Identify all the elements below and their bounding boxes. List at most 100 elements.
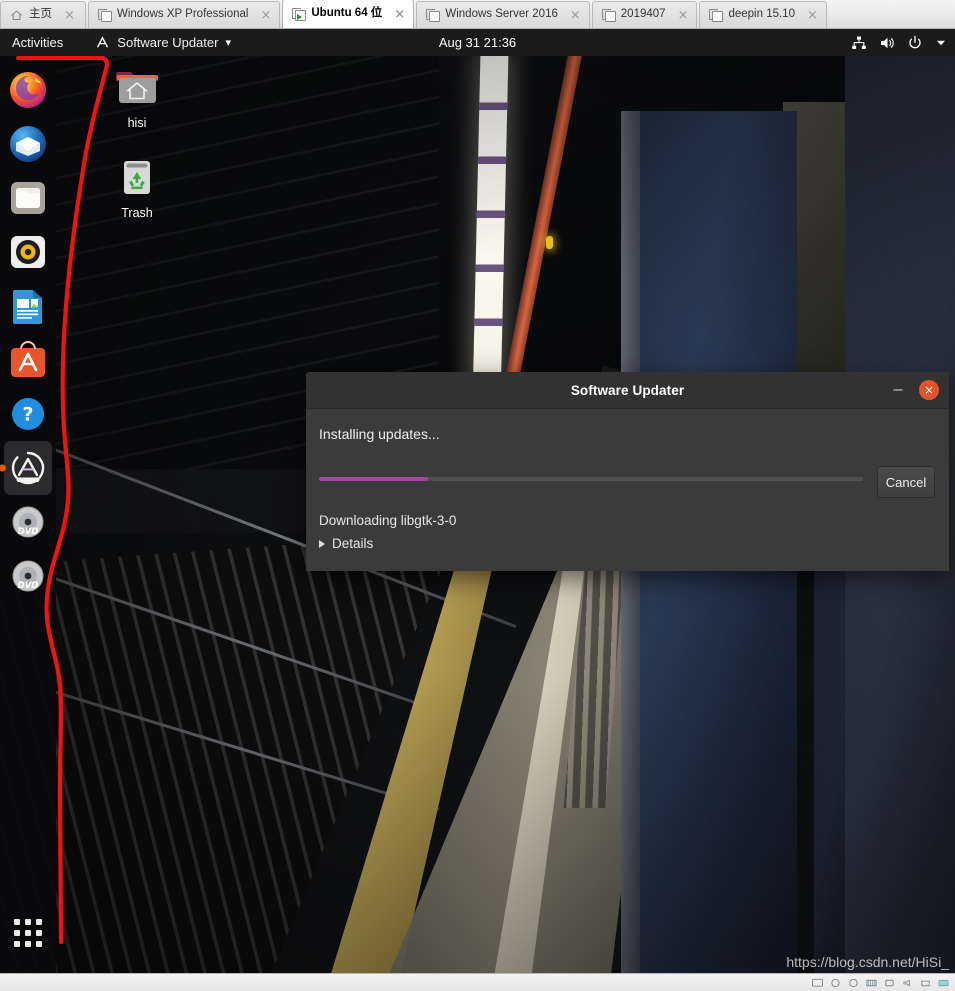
system-indicators[interactable] — [851, 35, 947, 51]
dock-item-firefox[interactable] — [4, 63, 52, 117]
software-updater-glyph — [97, 36, 109, 48]
tab-label: 2019407 — [620, 8, 666, 21]
vm-icon — [426, 8, 441, 22]
watermark: https://blog.csdn.net/HiSi_ — [786, 954, 949, 970]
tab-ubuntu-64[interactable]: Ubuntu 64 位 × — [282, 0, 415, 28]
tab-windows-xp-professional[interactable]: Windows XP Professional × — [88, 1, 281, 28]
home-folder-icon — [92, 62, 182, 112]
dvd-disc-icon: DVD — [12, 506, 44, 538]
hard-disk-icon[interactable] — [812, 978, 823, 988]
printer-icon[interactable] — [920, 978, 931, 988]
files-icon — [11, 182, 45, 214]
app-menu-button[interactable]: Software Updater ▾ — [95, 35, 231, 50]
dvd-disc-icon: DVD — [12, 560, 44, 592]
chevron-down-icon[interactable] — [935, 37, 947, 49]
network-icon[interactable] — [851, 35, 867, 51]
display-icon[interactable] — [938, 978, 949, 988]
tab-label: 主页 — [29, 8, 52, 21]
svg-text:DVD: DVD — [18, 527, 39, 537]
ubuntu-dock: ? DVD DVD — [0, 56, 56, 973]
dock-item-libreoffice-writer[interactable] — [4, 279, 52, 333]
libreoffice-writer-icon — [13, 290, 42, 324]
dock-item-files[interactable] — [4, 171, 52, 225]
tab-deepin-15-10[interactable]: deepin 15.10 × — [699, 1, 827, 28]
vm-tab-bar: 主页 × Windows XP Professional × Ubuntu 64… — [0, 0, 955, 29]
software-updater-icon — [11, 451, 45, 485]
dock-item-ubuntu-software[interactable] — [4, 333, 52, 387]
dock-item-dvd-2[interactable]: DVD — [4, 549, 52, 603]
dock-item-help[interactable]: ? — [4, 387, 52, 441]
close-icon[interactable]: × — [678, 9, 689, 22]
vm-running-icon — [292, 7, 307, 21]
software-updater-dialog: Software Updater – × Installing updates.… — [306, 372, 949, 571]
home-folder-glyph — [116, 72, 158, 103]
grid-icon — [14, 919, 42, 947]
usb-icon[interactable] — [884, 978, 895, 988]
help-icon: ? — [12, 398, 44, 430]
tab-label: Windows Server 2016 — [445, 8, 558, 21]
desktop-icon-trash[interactable]: Trash — [92, 152, 182, 220]
chevron-down-icon: ▾ — [225, 37, 231, 49]
cd-drive-icon[interactable] — [830, 978, 841, 988]
svg-text:DVD: DVD — [18, 581, 39, 591]
vm-icon — [709, 8, 724, 22]
cd-drive-icon-2[interactable] — [848, 978, 859, 988]
close-icon[interactable]: × — [64, 9, 75, 22]
minimize-button[interactable]: – — [889, 382, 907, 398]
window-controls: – × — [889, 372, 939, 408]
desktop-icon-label: Trash — [121, 206, 153, 220]
close-icon[interactable]: × — [570, 9, 581, 22]
ubuntu-software-icon — [11, 341, 45, 377]
network-adapter-icon[interactable] — [866, 978, 877, 988]
tab-2019407[interactable]: 2019407 × — [591, 1, 698, 28]
details-expander[interactable]: Details — [319, 536, 935, 551]
app-menu-label: Software Updater — [117, 35, 219, 50]
show-applications-button[interactable] — [4, 909, 52, 957]
dock-item-thunderbird[interactable] — [4, 117, 52, 171]
download-status-label: Downloading libgtk-3-0 — [319, 513, 457, 528]
progress-bar — [319, 477, 863, 481]
vm-icon — [601, 8, 616, 22]
dialog-title-bar[interactable]: Software Updater – × — [306, 372, 949, 409]
trash-glyph — [124, 161, 150, 194]
details-label: Details — [332, 536, 374, 551]
software-updater-icon — [95, 35, 110, 50]
dock-item-software-updater[interactable] — [4, 441, 52, 495]
dock-item-rhythmbox[interactable] — [4, 225, 52, 279]
close-icon[interactable]: × — [394, 8, 405, 21]
triangle-right-icon — [319, 539, 325, 548]
vm-icon — [98, 8, 112, 22]
tab-label: Ubuntu 64 位 — [311, 7, 383, 20]
close-icon[interactable]: × — [807, 9, 818, 22]
dialog-title: Software Updater — [570, 382, 685, 398]
tab-windows-server-2016[interactable]: Windows Server 2016 × — [416, 1, 590, 28]
progress-bar-fill — [319, 477, 428, 481]
dock-item-dvd-1[interactable]: DVD — [4, 495, 52, 549]
progress-row: Cancel — [319, 466, 935, 498]
sound-card-icon[interactable] — [902, 978, 913, 988]
desktop-icon-label: hisi — [127, 116, 147, 130]
installing-updates-label: Installing updates... — [319, 426, 440, 442]
firefox-icon — [10, 72, 46, 108]
tab-label: deepin 15.10 — [728, 8, 795, 21]
cancel-button[interactable]: Cancel — [877, 466, 935, 498]
ubuntu-desktop: hisi Trash ? DVD DVD Software Updater – … — [0, 56, 955, 973]
close-button[interactable]: × — [919, 380, 939, 400]
dialog-body: Installing updates... Cancel Downloading… — [306, 409, 949, 571]
svg-text:?: ? — [22, 404, 33, 426]
close-icon[interactable]: × — [260, 9, 271, 22]
thunderbird-icon — [10, 126, 46, 162]
home-icon — [10, 9, 23, 22]
tab-home[interactable]: 主页 × — [0, 1, 86, 28]
gnome-top-bar: Activities Software Updater ▾ Aug 31 21:… — [0, 29, 955, 56]
power-icon[interactable] — [907, 35, 923, 51]
volume-icon[interactable] — [879, 35, 895, 51]
desktop-icons: hisi Trash — [92, 62, 182, 242]
rhythmbox-icon — [11, 236, 45, 268]
desktop-icon-home-folder[interactable]: hisi — [92, 62, 182, 130]
activities-button[interactable]: Activities — [2, 29, 73, 56]
home-icon-svg — [11, 10, 22, 20]
vm-status-bar — [0, 973, 955, 991]
vmware-workstation-window: 主页 × Windows XP Professional × Ubuntu 64… — [0, 0, 955, 991]
tab-label: Windows XP Professional — [117, 8, 249, 21]
